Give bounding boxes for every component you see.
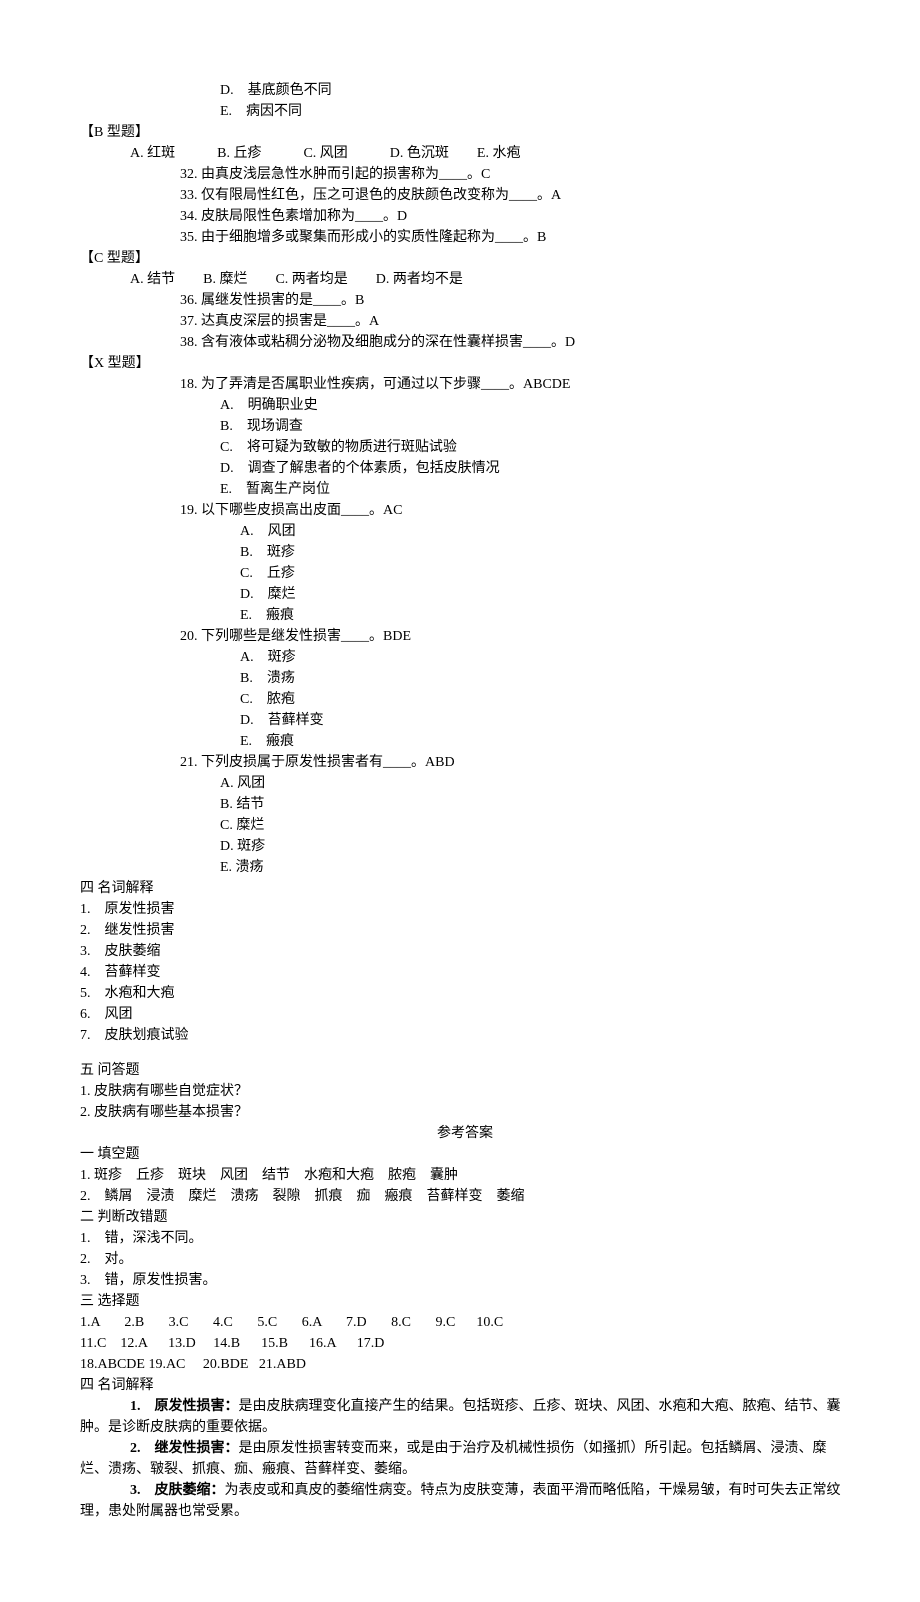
- q21-stem: 21. 下列皮损属于原发性损害者有____。ABD: [80, 752, 850, 773]
- q19-d: D. 糜烂: [80, 584, 850, 605]
- q36: 36. 属继发性损害的是____。B: [80, 290, 850, 311]
- q21-d: D. 斑疹: [80, 836, 850, 857]
- choice-ans-row-3: 18.ABCDE 19.AC 20.BDE 21.ABD: [80, 1354, 850, 1375]
- term-ans-3: 3. 皮肤萎缩：为表皮或和真皮的萎缩性病变。特点为皮肤变薄，表面平滑而略低陷，干…: [80, 1480, 850, 1522]
- q20-stem: 20. 下列哪些是继发性损害____。BDE: [80, 626, 850, 647]
- term-6: 6. 风团: [80, 1004, 850, 1025]
- x-type-header: 【X 型题】: [80, 353, 850, 374]
- q37: 37. 达真皮深层的损害是____。A: [80, 311, 850, 332]
- choice-ans-row-2: 11.C 12.A 13.D 14.B 15.B 16.A 17.D: [80, 1333, 850, 1354]
- q19-stem: 19. 以下哪些皮损高出皮面____。AC: [80, 500, 850, 521]
- q19-c: C. 丘疹: [80, 563, 850, 584]
- term-1: 1. 原发性损害: [80, 899, 850, 920]
- q34: 34. 皮肤局限性色素增加称为____。D: [80, 206, 850, 227]
- qa-header: 五 问答题: [80, 1060, 850, 1081]
- q21-e: E. 溃疡: [80, 857, 850, 878]
- b-type-choices: A. 红斑 B. 丘疹 C. 风团 D. 色沉斑 E. 水疱: [80, 143, 850, 164]
- qa-2: 2. 皮肤病有哪些基本损害？: [80, 1102, 850, 1123]
- q32: 32. 由真皮浅层急性水肿而引起的损害称为____。C: [80, 164, 850, 185]
- fill-1: 1. 斑疹 丘疹 斑块 风团 结节 水疱和大疱 脓疱 囊肿: [80, 1165, 850, 1186]
- q21-c: C. 糜烂: [80, 815, 850, 836]
- term-7: 7. 皮肤划痕试验: [80, 1025, 850, 1046]
- q18-d: D. 调查了解患者的个体素质，包括皮肤情况: [80, 458, 850, 479]
- term-5: 5. 水疱和大疱: [80, 983, 850, 1004]
- q18-c: C. 将可疑为致敏的物质进行斑贴试验: [80, 437, 850, 458]
- term-ans-2-label: 2. 继发性损害：: [130, 1441, 239, 1456]
- fill-header: 一 填空题: [80, 1144, 850, 1165]
- option-d: D. 基底颜色不同: [80, 80, 850, 101]
- c-type-choices: A. 结节 B. 糜烂 C. 两者均是 D. 两者均不是: [80, 269, 850, 290]
- fill-2: 2. 鳞屑 浸渍 糜烂 溃疡 裂隙 抓痕 痂 瘢痕 苔藓样变 萎缩: [80, 1186, 850, 1207]
- term-4: 4. 苔藓样变: [80, 962, 850, 983]
- q18-stem: 18. 为了弄清是否属职业性疾病，可通过以下步骤____。ABCDE: [80, 374, 850, 395]
- q33: 33. 仅有限局性红色，压之可退色的皮肤颜色改变称为____。A: [80, 185, 850, 206]
- qa-1: 1. 皮肤病有哪些自觉症状？: [80, 1081, 850, 1102]
- c-type-header: 【C 型题】: [80, 248, 850, 269]
- q18-b: B. 现场调查: [80, 416, 850, 437]
- q20-e: E. 瘢痕: [80, 731, 850, 752]
- choice-ans-row-1: 1.A 2.B 3.C 4.C 5.C 6.A 7.D 8.C 9.C 10.C: [80, 1312, 850, 1333]
- term-ans-header: 四 名词解释: [80, 1375, 850, 1396]
- term-ans-3-label: 3. 皮肤萎缩：: [130, 1483, 225, 1498]
- judge-3: 3. 错，原发性损害。: [80, 1270, 850, 1291]
- answers-title: 参考答案: [80, 1123, 850, 1144]
- term-ans-2: 2. 继发性损害：是由原发性损害转变而来，或是由于治疗及机械性损伤（如搔抓）所引…: [80, 1438, 850, 1480]
- q21-a: A. 风团: [80, 773, 850, 794]
- term-ans-1: 1. 原发性损害：是由皮肤病理变化直接产生的结果。包括斑疹、丘疹、斑块、风团、水…: [80, 1396, 850, 1438]
- judge-header: 二 判断改错题: [80, 1207, 850, 1228]
- q20-d: D. 苔藓样变: [80, 710, 850, 731]
- q20-b: B. 溃疡: [80, 668, 850, 689]
- q19-a: A. 风团: [80, 521, 850, 542]
- q35: 35. 由于细胞增多或聚集而形成小的实质性隆起称为____。B: [80, 227, 850, 248]
- judge-1: 1. 错，深浅不同。: [80, 1228, 850, 1249]
- option-e: E. 病因不同: [80, 101, 850, 122]
- terms-header: 四 名词解释: [80, 878, 850, 899]
- q18-a: A. 明确职业史: [80, 395, 850, 416]
- q18-e: E. 暂离生产岗位: [80, 479, 850, 500]
- judge-2: 2. 对。: [80, 1249, 850, 1270]
- q21-b: B. 结节: [80, 794, 850, 815]
- q38: 38. 含有液体或粘稠分泌物及细胞成分的深在性囊样损害____。D: [80, 332, 850, 353]
- term-2: 2. 继发性损害: [80, 920, 850, 941]
- q19-b: B. 斑疹: [80, 542, 850, 563]
- q20-a: A. 斑疹: [80, 647, 850, 668]
- term-ans-1-label: 1. 原发性损害：: [130, 1399, 239, 1414]
- q19-e: E. 瘢痕: [80, 605, 850, 626]
- term-3: 3. 皮肤萎缩: [80, 941, 850, 962]
- b-type-header: 【B 型题】: [80, 122, 850, 143]
- q20-c: C. 脓疱: [80, 689, 850, 710]
